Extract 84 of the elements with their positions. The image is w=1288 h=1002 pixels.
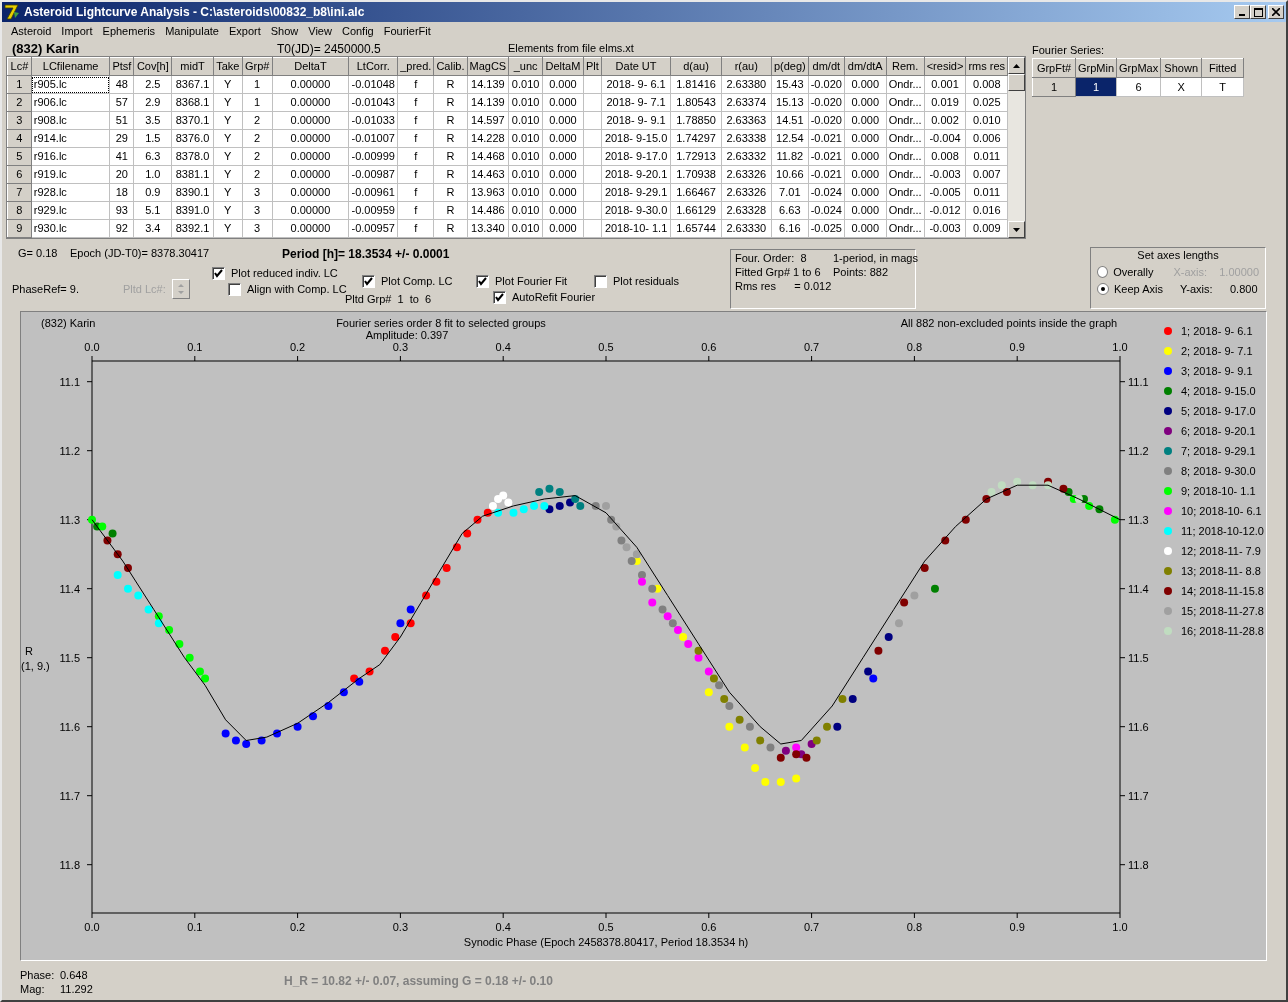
tick-label: 11.6: [1128, 720, 1149, 733]
summary-text: 1-period, in mags: [833, 252, 918, 264]
tick-label: 0.1: [187, 341, 203, 353]
mag-label: Mag:: [20, 983, 46, 997]
tick-label: 0.3: [392, 921, 409, 933]
legend-label: 2; 2018- 9- 7.1: [1181, 345, 1253, 357]
tick-label: 0.7: [803, 341, 820, 353]
y-axis-sublabel: (1, 9.): [21, 660, 50, 672]
tick-label: 0.8: [906, 341, 923, 353]
tick-label: 11.4: [59, 582, 80, 595]
epoch-value: Epoch (JD-T0)= 8378.30417: [70, 247, 211, 261]
tick-label: 11.2: [59, 444, 80, 457]
tick-label: 11.1: [59, 375, 80, 388]
tick-label: 0.4: [495, 921, 511, 933]
g-value: G= 0.18: [18, 247, 59, 261]
phase-label: Phase:: [20, 969, 56, 983]
elements-source: Elements from file elms.xt: [508, 42, 634, 56]
period-value: Period [h]= 18.3534 +/- 0.0001: [282, 247, 450, 263]
tick-label: 11.8: [1128, 858, 1149, 871]
tick-label: 0.4: [495, 341, 511, 353]
tick-label: 0.5: [598, 341, 614, 353]
legend-label: 13; 2018-11- 8.8: [1181, 565, 1261, 577]
tick-label: 0.6: [701, 341, 717, 353]
x-axis-label: Synodic Phase (Epoch 2458378.80417, Period 18.3534 h): [463, 936, 749, 948]
asteroid-name: (832) Karin: [12, 41, 81, 56]
legend-label: 11; 2018-10-12.0: [1181, 525, 1264, 537]
absolute-magnitude-result: H_R = 10.82 +/- 0.07, assuming G = 0.18 +/- 0.10: [284, 973, 553, 990]
tick-label: 11.7: [59, 789, 80, 802]
legend-label: 1; 2018- 9- 6.1: [1181, 325, 1253, 337]
tick-label: 0.9: [1009, 341, 1025, 353]
tick-label: 11.5: [59, 651, 80, 664]
legend-label: 12; 2018-11- 7.9: [1181, 545, 1261, 557]
legend-label: 16; 2018-11-28.8: [1181, 625, 1264, 637]
plotted-groups-label: Pltd Grp# 1 to 6: [345, 293, 433, 305]
legend-label: 6; 2018- 9-20.1: [1181, 425, 1256, 437]
tick-label: 11.8: [59, 858, 80, 871]
tick-label: 0.2: [289, 921, 306, 933]
plot-object-name: (832) Karin: [41, 317, 96, 329]
legend-label: 8; 2018- 9-30.0: [1181, 465, 1256, 477]
summary-text: Points: 882: [833, 266, 890, 278]
tick-label: 11.1: [1128, 375, 1149, 388]
plot-title: Fourier series order 8 fit to selected groups: [336, 317, 546, 329]
tick-label: 1.0: [1112, 921, 1128, 933]
legend-label: 14; 2018-11-15.8: [1181, 585, 1264, 597]
legend-label: 15; 2018-11-27.8: [1181, 605, 1264, 617]
legend-label: 10; 2018-10- 6.1: [1181, 505, 1262, 517]
phase-ref-value: PhaseRef= 9.: [12, 283, 79, 295]
mag-value: 11.292: [60, 983, 93, 997]
tick-label: 11.6: [59, 720, 80, 733]
legend-label: 4; 2018- 9-15.0: [1181, 385, 1256, 397]
phase-value: 0.648: [60, 969, 88, 983]
tick-label: 0.2: [289, 341, 306, 353]
tick-label: 11.3: [59, 513, 80, 526]
tick-label: 0.8: [906, 921, 923, 933]
tick-label: 0.3: [392, 341, 409, 353]
summary-text: Fitted Grp# 1 to 6: [735, 266, 822, 278]
legend-label: 9; 2018-10- 1.1: [1181, 485, 1256, 497]
tick-label: 0.0: [84, 921, 100, 933]
points-note: All 882 non-excluded points inside the graph: [900, 317, 1118, 329]
t0-label: T0(JD)= 2450000.5: [277, 42, 382, 56]
legend-label: 5; 2018- 9-17.0: [1181, 405, 1256, 417]
tick-label: 11.4: [1128, 582, 1149, 595]
y-axis-label: R: [25, 645, 33, 657]
axis-length-value: 0.800: [1230, 282, 1258, 295]
tick-label: 0.7: [803, 921, 820, 933]
amplitude-value: Amplitude: 0.397: [365, 329, 449, 341]
tick-label: 11.5: [1128, 651, 1149, 664]
tick-label: 0.0: [84, 341, 100, 353]
summary-text: Four. Order: 8: [735, 252, 808, 264]
tick-label: 11.3: [1128, 513, 1149, 526]
window-title: Asteroid Lightcurve Analysis - C:\asteroids\00832_b8\ini.alc: [24, 5, 365, 19]
tick-label: 0.9: [1009, 921, 1025, 933]
fourier-series-label: Fourier Series:: [1032, 43, 1106, 58]
tick-label: 0.5: [598, 921, 614, 933]
summary-text: Rms res = 0.012: [735, 280, 833, 292]
legend-label: 3; 2018- 9- 9.1: [1181, 365, 1253, 377]
group-title: Set axes lengths: [1137, 249, 1219, 261]
tick-label: 0.1: [187, 921, 203, 933]
tick-label: 11.2: [1128, 444, 1149, 457]
legend-label: 7; 2018- 9-29.1: [1181, 445, 1256, 457]
tick-label: 11.7: [1128, 789, 1149, 802]
tick-label: 0.6: [701, 921, 717, 933]
axis-label: Y-axis:: [1180, 282, 1214, 295]
tick-label: 1.0: [1112, 341, 1128, 353]
